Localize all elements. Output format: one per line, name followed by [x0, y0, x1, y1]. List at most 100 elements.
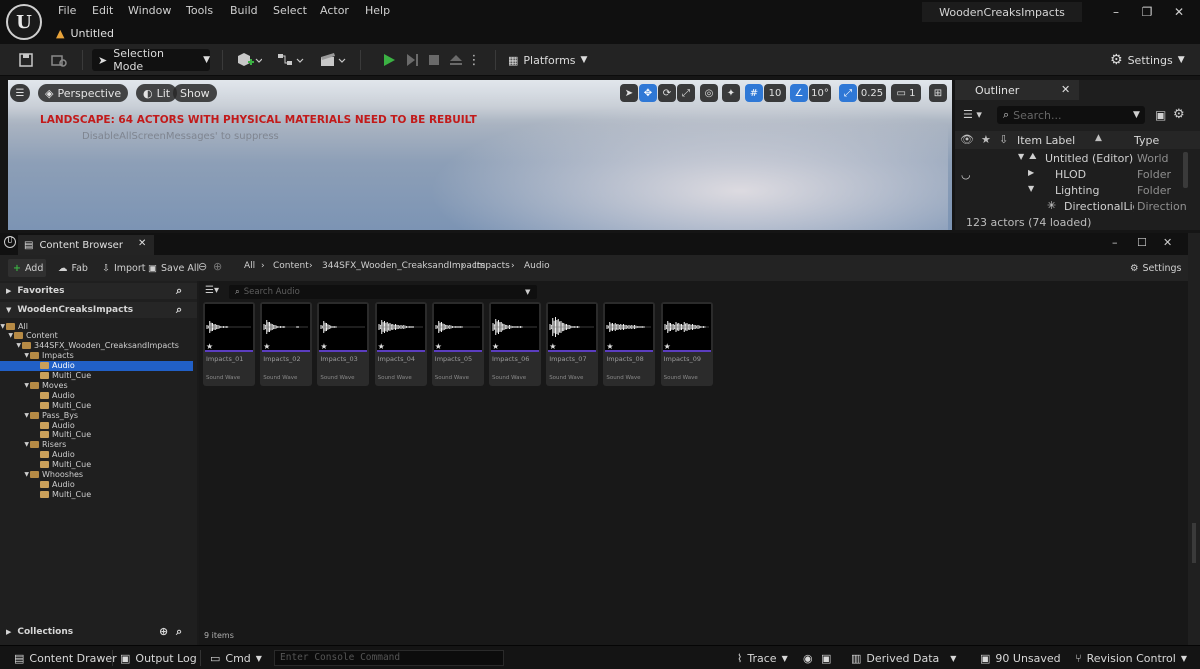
favorite-star-icon[interactable]: ★ — [263, 342, 270, 351]
expand-icon[interactable]: ▼ — [0, 352, 30, 359]
translate-icon[interactable]: ✥ — [639, 84, 657, 102]
visibility-icon[interactable]: 👁 — [960, 133, 974, 146]
browse-level-icon[interactable] — [49, 50, 69, 70]
asset-tile[interactable]: ★ Impacts_08 Sound Wave — [603, 302, 656, 386]
tree-folder-item[interactable]: ▼ 344SFX_Wooden_CreaksandImpacts — [0, 341, 193, 351]
outliner-row[interactable]: ▼ Lighting Folder — [955, 183, 1200, 199]
perspective-button[interactable]: ◈ Perspective — [38, 84, 129, 102]
expand-icon[interactable]: ▼ — [1018, 152, 1024, 161]
skip-frame-icon[interactable] — [402, 50, 422, 70]
filter-icon[interactable]: ☰▾ — [205, 285, 219, 296]
favorite-star-icon[interactable]: ★ — [435, 342, 442, 351]
favorite-star-icon[interactable]: ★ — [492, 342, 499, 351]
scale-snap-value[interactable]: 0.25 — [858, 84, 886, 102]
search-icon[interactable]: ⌕ — [176, 625, 182, 639]
select-mode-icon[interactable]: ➤ — [620, 84, 638, 102]
tree-folder-item[interactable]: ▼ Whooshes — [0, 470, 193, 480]
expand-icon[interactable]: ▼ — [0, 332, 14, 339]
gear-icon[interactable]: ⚙ — [1173, 107, 1185, 122]
asset-tile[interactable]: ★ Impacts_06 Sound Wave — [489, 302, 541, 386]
add-folder-icon[interactable]: ▣ — [1155, 108, 1166, 122]
close-icon[interactable]: ✕ — [1163, 236, 1172, 249]
import-button[interactable]: ⇩ Import — [102, 259, 146, 277]
tree-folder-item[interactable]: Multi_Cue — [0, 371, 193, 381]
menu-window[interactable]: Window — [128, 3, 171, 19]
breadcrumb-audio[interactable]: Audio — [524, 261, 550, 271]
filter-icon[interactable]: ☰ ▾ — [963, 108, 982, 121]
forward-icon[interactable]: ⊕ — [213, 260, 222, 273]
menu-select[interactable]: Select — [273, 3, 307, 19]
breadcrumb-impacts[interactable]: Impacts — [474, 261, 510, 271]
settings-menu[interactable]: ⚙ Settings ▼ — [1110, 50, 1185, 70]
tree-folder-item[interactable]: Multi_Cue — [0, 460, 193, 470]
record-icon[interactable]: ◉ — [803, 650, 813, 666]
expand-icon[interactable]: ▼ — [0, 471, 30, 478]
close-icon[interactable]: ✕ — [1061, 83, 1070, 96]
menu-edit[interactable]: Edit — [92, 3, 113, 19]
save-all-button[interactable]: ▣ Save All — [148, 259, 199, 277]
menu-file[interactable]: File — [58, 3, 76, 19]
outliner-row[interactable]: ◡ ▶ HLOD Folder — [955, 167, 1200, 183]
camera-speed-button[interactable]: ▭ 1 — [891, 84, 921, 102]
add-collection-icon[interactable]: ⊕ — [159, 625, 168, 638]
tree-folder-item[interactable]: Audio — [0, 360, 193, 371]
dock-scrollbar[interactable] — [1192, 523, 1196, 563]
favorite-star-icon[interactable]: ★ — [606, 342, 613, 351]
favorite-star-icon[interactable]: ★ — [206, 342, 213, 351]
tree-folder-item[interactable]: Multi_Cue — [0, 430, 193, 440]
tree-folder-item[interactable]: ▼ Risers — [0, 440, 193, 450]
lit-button[interactable]: ◐ Lit — [136, 84, 178, 102]
asset-tile[interactable]: ★ Impacts_01 Sound Wave — [203, 302, 255, 386]
output-log-button[interactable]: ▣ Output Log — [120, 650, 197, 666]
unsaved-button[interactable]: ▣ 90 Unsaved — [980, 650, 1061, 666]
minimize-icon[interactable]: – — [1107, 4, 1125, 20]
save-icon[interactable] — [16, 50, 36, 70]
tree-folder-item[interactable]: Audio — [0, 450, 193, 460]
document-tab[interactable]: ▲ Untitled — [56, 24, 114, 42]
tree-folder-item[interactable]: Audio — [0, 420, 193, 430]
grid-snap-value[interactable]: 10 — [764, 84, 786, 102]
content-drawer-button[interactable]: ▤ Content Drawer — [14, 650, 117, 666]
menu-actor[interactable]: Actor — [320, 3, 349, 19]
tree-folder-item[interactable]: ▼ Impacts — [0, 351, 193, 361]
tree-folder-item[interactable]: Multi_Cue — [0, 400, 193, 410]
hamburger-menu-icon[interactable]: ☰ — [10, 84, 30, 102]
expand-icon[interactable]: ▼ — [0, 441, 30, 448]
close-icon[interactable]: ✕ — [138, 238, 146, 249]
cinematics-icon[interactable] — [318, 50, 348, 70]
add-button[interactable]: + Add — [8, 259, 46, 277]
expand-icon[interactable]: ▼ — [0, 342, 22, 349]
world-space-icon[interactable]: ◎ — [700, 84, 718, 102]
close-icon[interactable]: ✕ — [1170, 4, 1188, 20]
menu-tools[interactable]: Tools — [186, 3, 213, 19]
menu-build[interactable]: Build — [230, 3, 258, 19]
expand-icon[interactable]: ▼ — [0, 382, 30, 389]
scale-snap-icon[interactable]: ⤢ — [839, 84, 857, 102]
trace-button[interactable]: ⌇ Trace ▼ — [737, 650, 788, 666]
favorites-header[interactable]: ▶ Favorites ⌕ — [0, 283, 197, 299]
project-header[interactable]: ▼ WoodenCreaksImpacts ⌕ — [0, 302, 197, 318]
collections-header[interactable]: ▶ Collections ⊕ ⌕ — [0, 624, 197, 640]
star-icon[interactable]: ★ — [981, 133, 991, 146]
asset-search-input[interactable]: ⌕ Search Audio ▼ — [229, 285, 537, 299]
favorite-star-icon[interactable]: ★ — [378, 342, 385, 351]
outliner-row[interactable]: ▼ ⛰ Untitled (Editor) World — [955, 151, 1200, 167]
outliner-row[interactable]: ✳ DirectionalLigh Direction — [955, 199, 1200, 215]
tree-folder-item[interactable]: Audio — [0, 479, 193, 489]
rotation-snap-icon[interactable]: ∠ — [790, 84, 808, 102]
tree-folder-item[interactable]: ▼ All — [0, 321, 193, 331]
asset-tile[interactable]: ★ Impacts_04 Sound Wave — [374, 302, 427, 386]
outliner-scrollbar[interactable] — [1183, 152, 1188, 188]
outliner-tab[interactable]: Outliner ✕ — [955, 80, 1079, 100]
content-browser-tab[interactable]: ▤ Content Browser ✕ — [18, 235, 154, 255]
platforms-menu[interactable]: ▦ Platforms ▼ — [508, 50, 587, 70]
cb-settings-button[interactable]: ⚙ Settings — [1130, 259, 1182, 277]
play-icon[interactable] — [379, 50, 399, 70]
selection-mode-dropdown[interactable]: ➤ Selection Mode ▼ — [92, 47, 210, 73]
revision-control-button[interactable]: ⑂ Revision Control ▼ — [1075, 650, 1187, 666]
expand-icon[interactable]: ▼ — [0, 412, 30, 419]
rotate-icon[interactable]: ⟳ — [658, 84, 676, 102]
rotation-snap-value[interactable]: 10° — [809, 84, 831, 102]
expand-icon[interactable]: ▶ — [1028, 168, 1034, 177]
back-icon[interactable]: ⊖ — [198, 260, 207, 273]
